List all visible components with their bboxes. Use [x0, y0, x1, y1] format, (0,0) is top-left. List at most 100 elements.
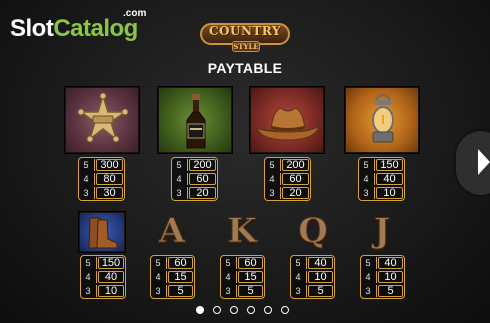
symbol-letter-j: J	[373, 211, 391, 252]
symbol-letter-a: A	[158, 211, 186, 252]
pay-count: 5	[363, 160, 369, 170]
pay-value: 5	[378, 285, 403, 297]
pay-row: 5 40	[291, 256, 334, 270]
whiskey-bottle-icon	[186, 94, 206, 149]
pay-count: 3	[83, 188, 89, 198]
paytable-boots: 5 150 4 40 3 10	[80, 255, 126, 299]
pay-row: 5 200	[265, 158, 310, 172]
pay-row: 3 30	[79, 186, 124, 200]
pay-row: 5 40	[361, 256, 404, 270]
pay-value: 10	[308, 271, 333, 283]
page-dot-6[interactable]	[281, 306, 289, 314]
pay-count: 3	[363, 188, 369, 198]
page-dot-3[interactable]	[230, 306, 238, 314]
pay-row: 4 15	[221, 270, 264, 284]
chevron-right-icon[interactable]	[478, 149, 490, 175]
pay-value: 300	[96, 159, 123, 171]
page-dot-1[interactable]	[196, 306, 204, 314]
pay-row: 5 300	[79, 158, 124, 172]
page-dot-2[interactable]	[213, 306, 221, 314]
paytable-j: 5 40 4 10 35	[360, 255, 405, 299]
pay-count: 3	[295, 286, 301, 296]
pay-count: 5	[269, 160, 275, 170]
game-logo: COUNTRY STYLE	[200, 19, 290, 53]
sheriff-badge-icon	[77, 92, 129, 143]
pay-count: 3	[155, 286, 161, 296]
pay-value: 40	[308, 257, 333, 269]
paytable-lantern: 5 150 4 40 3 10	[358, 157, 405, 201]
pay-count: 3	[269, 188, 275, 198]
pay-value: 30	[96, 187, 123, 199]
pay-row: 35	[361, 284, 404, 298]
pagination	[194, 306, 296, 318]
pay-count: 5	[155, 258, 161, 268]
symbol-tile-whiskey	[158, 87, 232, 153]
pay-value: 40	[378, 257, 403, 269]
pay-value: 80	[96, 173, 123, 185]
pay-row: 35	[291, 284, 334, 298]
pay-value: 10	[378, 271, 403, 283]
page-dot-4[interactable]	[247, 306, 255, 314]
pay-count: 4	[83, 174, 89, 184]
pay-row: 3 10	[359, 186, 404, 200]
pay-row: 4 15	[151, 270, 194, 284]
pay-row: 4 40	[81, 270, 125, 284]
pay-row: 3 10	[81, 284, 125, 298]
logo-title: COUNTRY	[208, 24, 282, 38]
pay-value: 10	[98, 285, 124, 297]
pay-row: 5 150	[81, 256, 125, 270]
pay-value: 60	[282, 173, 309, 185]
symbol-tile-sheriff	[65, 87, 139, 153]
pay-count: 4	[225, 272, 231, 282]
pay-value: 150	[98, 257, 124, 269]
pay-row: 35	[151, 284, 194, 298]
pay-count: 4	[295, 272, 301, 282]
pay-value: 40	[376, 173, 403, 185]
pay-row: 4 40	[359, 172, 404, 186]
page-title: PAYTABLE	[207, 60, 283, 76]
pay-count: 5	[225, 258, 231, 268]
cowboy-hat-icon	[256, 107, 320, 141]
paytable-q: 5 40 4 10 35	[290, 255, 335, 299]
watermark-catalog: Catalog	[53, 15, 138, 42]
pay-count: 5	[295, 258, 301, 268]
pay-value: 200	[189, 159, 216, 171]
pay-count: 5	[85, 258, 91, 268]
pay-value: 15	[168, 271, 193, 283]
symbol-letter-q: Q	[298, 211, 329, 252]
pay-row: 3 20	[172, 186, 217, 200]
symbol-letter-k: K	[227, 211, 258, 252]
logo-subtitle: STYLE	[232, 41, 260, 52]
pay-count: 3	[365, 286, 371, 296]
watermark-slot: Slot	[10, 15, 54, 42]
cowboy-boots-icon	[88, 217, 118, 249]
pay-row: 4 60	[265, 172, 310, 186]
pay-count: 3	[176, 188, 182, 198]
pay-value: 20	[189, 187, 216, 199]
paytable-whiskey: 5 200 4 60 3 20	[171, 157, 218, 201]
watermark-suffix: .com	[123, 8, 147, 19]
pay-value: 150	[376, 159, 403, 171]
pay-count: 4	[85, 272, 91, 282]
pay-count: 4	[365, 272, 371, 282]
pay-row: 4 80	[79, 172, 124, 186]
page-dot-5[interactable]	[264, 306, 272, 314]
pay-count: 4	[155, 272, 161, 282]
pay-value: 5	[238, 285, 263, 297]
pay-value: 5	[308, 285, 333, 297]
pay-value: 5	[168, 285, 193, 297]
pay-row: 5 60	[221, 256, 264, 270]
pay-row: 5 60	[151, 256, 194, 270]
pay-count: 5	[83, 160, 89, 170]
pay-value: 60	[168, 257, 193, 269]
pay-row: 5 150	[359, 158, 404, 172]
pay-row: 3 20	[265, 186, 310, 200]
paytable-a: 5 60 4 15 35	[150, 255, 195, 299]
pay-count: 3	[85, 286, 91, 296]
pay-row: 4 60	[172, 172, 217, 186]
pay-count: 4	[269, 174, 275, 184]
slotcatalog-watermark: SlotCatalog .com	[10, 8, 150, 42]
symbol-tile-lantern	[345, 87, 419, 153]
pay-row: 4 10	[361, 270, 404, 284]
pay-value: 20	[282, 187, 309, 199]
